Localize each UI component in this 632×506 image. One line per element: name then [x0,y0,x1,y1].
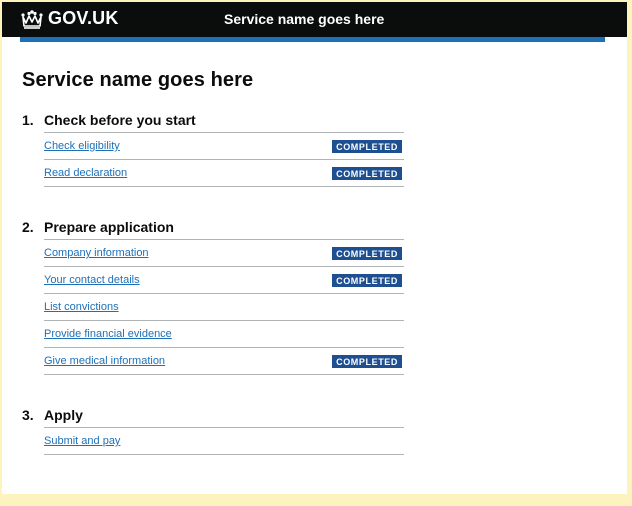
task-item: Company information COMPLETED [44,240,404,267]
task-list: Check eligibility COMPLETED Read declarati… [44,132,404,187]
task-list-sections: 1. Check before you start Check eligibilit… [22,112,627,455]
status-tag: COMPLETED [332,273,402,287]
task-link[interactable]: List convictions [44,301,119,313]
section-title: Check before you start [44,112,196,128]
task-list: Submit and pay [44,427,404,455]
task-item: Read declaration COMPLETED [44,160,404,187]
status-tag: COMPLETED [332,354,402,368]
task-link[interactable]: Read declaration [44,167,127,179]
task-link[interactable]: Provide financial evidence [44,328,172,340]
task-link[interactable]: Your contact details [44,274,140,286]
status-tag: COMPLETED [332,139,402,153]
task-item: Your contact details COMPLETED [44,267,404,294]
status-tag: COMPLETED [332,166,402,180]
task-section: 3. Apply Submit and pay [22,407,627,455]
task-section: 2. Prepare application Company information… [22,219,627,375]
page-frame: GOV.UK Service name goes here Service na… [2,2,627,494]
section-number: 3. [22,407,34,423]
section-number: 2. [22,219,34,235]
govuk-header: GOV.UK Service name goes here [2,2,627,37]
task-item: Give medical information COMPLETED [44,348,404,375]
task-list: Company information COMPLETED Your contact… [44,239,404,375]
crown-icon [21,9,43,29]
task-link[interactable]: Company information [44,247,149,259]
govuk-logo-link[interactable]: GOV.UK [20,8,119,29]
header-blue-bar [20,37,605,42]
task-item: List convictions [44,294,404,321]
section-number: 1. [22,112,34,128]
task-link[interactable]: Check eligibility [44,140,120,152]
task-item: Check eligibility COMPLETED [44,133,404,160]
status-tag: COMPLETED [332,246,402,260]
section-title: Apply [44,407,83,423]
task-section: 1. Check before you start Check eligibilit… [22,112,627,187]
task-link[interactable]: Submit and pay [44,435,120,447]
main-content: Service name goes here 1. Check before yo… [2,37,627,455]
section-heading: 1. Check before you start [22,112,627,128]
section-title: Prepare application [44,219,174,235]
task-item: Provide financial evidence [44,321,404,348]
task-item: Submit and pay [44,428,404,455]
section-heading: 2. Prepare application [22,219,627,235]
section-heading: 3. Apply [22,407,627,423]
header-service-name[interactable]: Service name goes here [224,11,384,27]
page-title: Service name goes here [22,69,254,91]
logo-text: GOV.UK [48,8,119,28]
task-link[interactable]: Give medical information [44,355,165,367]
